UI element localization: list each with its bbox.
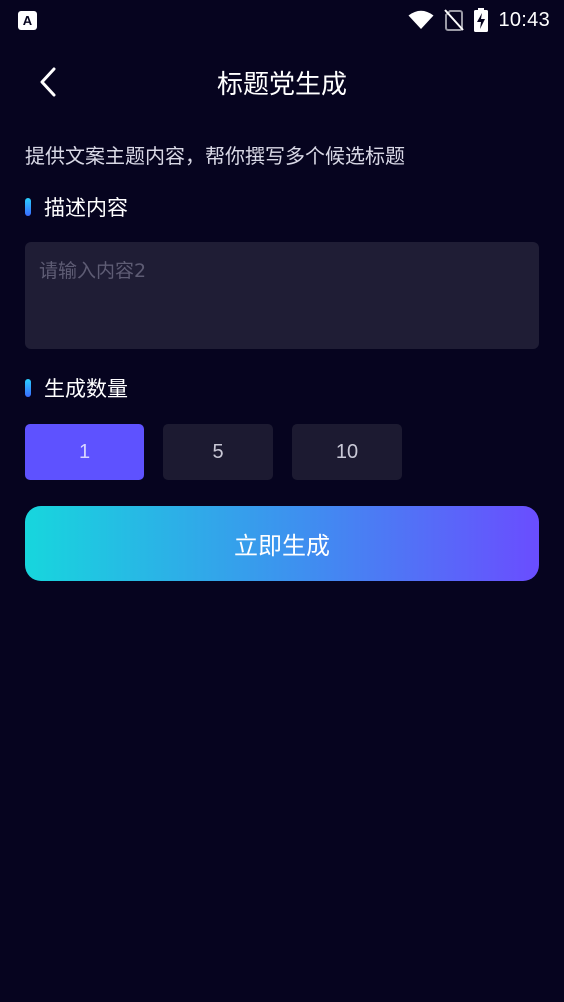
section-marker (25, 198, 31, 216)
count-options: 1 5 10 (25, 424, 402, 480)
count-label: 生成数量 (44, 377, 128, 401)
no-sim-icon (444, 9, 465, 31)
status-time: 10:43 (498, 8, 550, 31)
description-input-box[interactable] (25, 242, 539, 349)
status-icons: 10:43 (408, 8, 550, 32)
app-notification-letter: A (22, 12, 33, 28)
back-button[interactable] (30, 62, 66, 102)
status-bar: A 10:43 (0, 0, 564, 40)
app-notification-icon: A (18, 10, 37, 30)
count-option-5[interactable]: 5 (163, 424, 273, 480)
wifi-icon (408, 10, 434, 29)
count-section-label: 生成数量 (25, 373, 128, 403)
count-option-10[interactable]: 10 (292, 424, 402, 480)
generate-button[interactable]: 立即生成 (25, 506, 539, 581)
intro-text: 提供文案主题内容，帮你撰写多个候选标题 (25, 144, 405, 168)
chevron-left-icon (40, 67, 56, 97)
section-marker (25, 379, 31, 397)
nav-bar: 标题党生成 (0, 52, 564, 112)
count-option-1[interactable]: 1 (25, 424, 144, 480)
page-title: 标题党生成 (216, 69, 347, 100)
description-label: 描述内容 (44, 196, 128, 220)
battery-charging-icon (474, 8, 489, 32)
description-section-label: 描述内容 (25, 192, 128, 222)
description-input[interactable] (39, 256, 525, 335)
